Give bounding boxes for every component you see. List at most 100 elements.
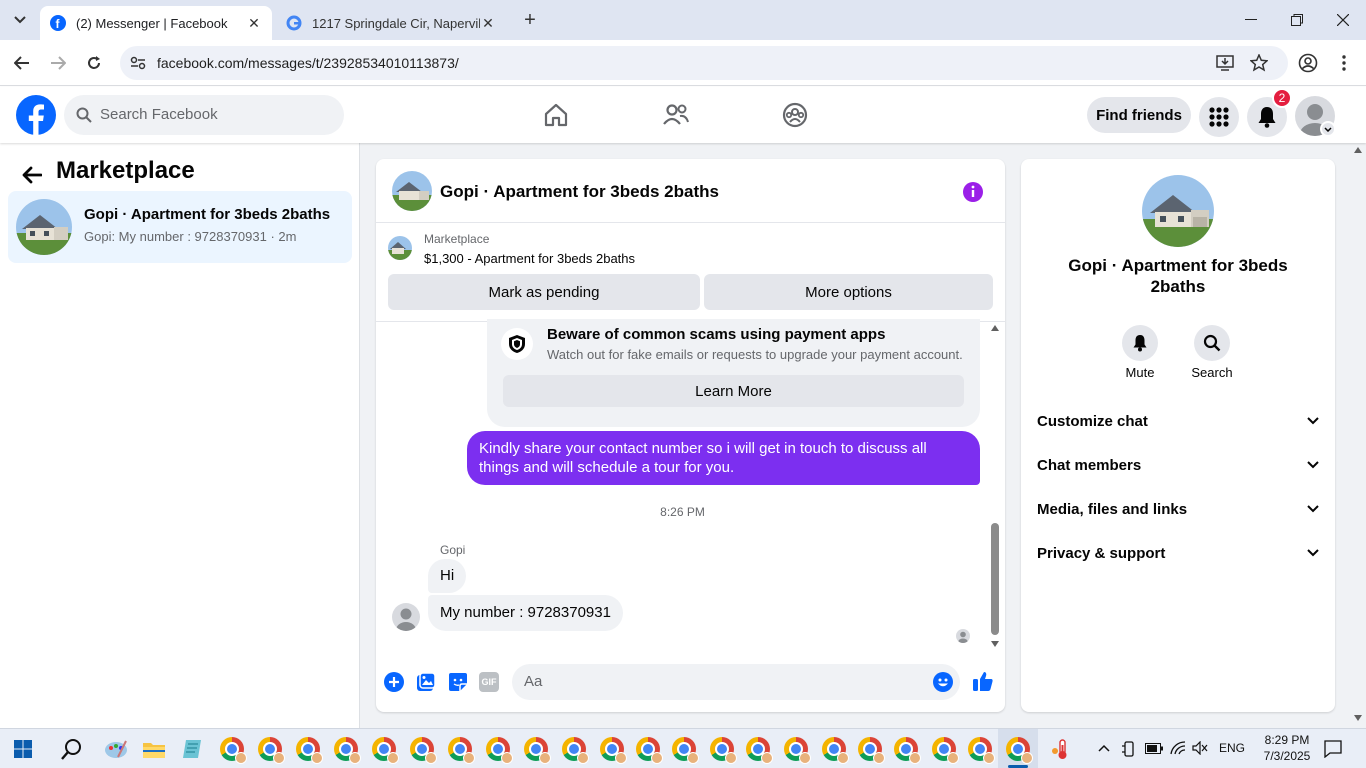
thumbs-up-icon[interactable]: [972, 670, 994, 692]
notification-center-icon[interactable]: [1324, 740, 1342, 758]
media-files-links-section[interactable]: Media, files and links: [1037, 497, 1319, 521]
chrome-window-icon[interactable]: [372, 737, 399, 764]
chrome-window-icon[interactable]: [858, 737, 885, 764]
scroll-up-icon[interactable]: [991, 325, 999, 331]
address-bar[interactable]: facebook.com/messages/t/2392853401011387…: [120, 46, 1288, 80]
chrome-window-icon[interactable]: [600, 737, 627, 764]
gif-icon[interactable]: GIF: [479, 672, 499, 692]
chrome-window-icon[interactable]: [524, 737, 551, 764]
scam-warning-card: Beware of common scams using payment app…: [487, 319, 980, 427]
app-paint-icon[interactable]: [104, 737, 128, 761]
chrome-window-active-icon[interactable]: [1006, 737, 1033, 764]
emoji-icon[interactable]: [933, 672, 953, 692]
listing-label: Marketplace: [424, 232, 490, 246]
profile-icon[interactable]: [1296, 51, 1320, 75]
chat-avatar[interactable]: [392, 171, 432, 211]
battery-icon[interactable]: [1145, 743, 1163, 754]
back-arrow-icon[interactable]: [18, 161, 46, 189]
close-window-icon[interactable]: [1328, 8, 1358, 32]
chrome-window-icon[interactable]: [334, 737, 361, 764]
facebook-logo-icon[interactable]: [16, 95, 56, 135]
customize-chat-section[interactable]: Customize chat: [1037, 409, 1319, 433]
chat-members-section[interactable]: Chat members: [1037, 453, 1319, 477]
find-friends-button[interactable]: Find friends: [1087, 97, 1191, 133]
close-tab-icon[interactable]: ✕: [480, 15, 496, 31]
info-icon[interactable]: [962, 181, 984, 203]
conversation-item[interactable]: Gopi · Apartment for 3beds 2baths Gopi: …: [8, 191, 352, 263]
chrome-window-icon[interactable]: [486, 737, 513, 764]
chrome-window-icon[interactable]: [932, 737, 959, 764]
chrome-window-icon[interactable]: [220, 737, 247, 764]
chrome-window-icon[interactable]: [636, 737, 663, 764]
scrollbar-thumb[interactable]: [991, 523, 999, 635]
message-input[interactable]: Aa: [512, 664, 960, 700]
browser-menu-icon[interactable]: [1332, 51, 1356, 75]
tab-messenger[interactable]: f (2) Messenger | Facebook ✕: [40, 6, 272, 40]
sent-message-bubble[interactable]: Kindly share your contact number so i wi…: [467, 431, 980, 485]
back-icon[interactable]: [10, 51, 34, 75]
install-app-icon[interactable]: [1216, 54, 1234, 72]
search-conversation-icon[interactable]: [1194, 325, 1230, 361]
new-tab-icon[interactable]: +: [518, 10, 542, 30]
account-chevron-icon[interactable]: [1320, 121, 1336, 137]
scroll-down-icon[interactable]: [991, 641, 999, 647]
learn-more-button[interactable]: Learn More: [503, 375, 964, 407]
wifi-icon[interactable]: [1170, 741, 1186, 755]
info-avatar[interactable]: [1142, 175, 1214, 247]
clock[interactable]: 8:29 PM 7/3/2025: [1256, 732, 1318, 764]
photo-icon[interactable]: [416, 672, 436, 692]
facebook-search-input[interactable]: Search Facebook: [64, 95, 344, 135]
chrome-window-icon[interactable]: [448, 737, 475, 764]
chrome-window-icon[interactable]: [410, 737, 437, 764]
chrome-window-icon[interactable]: [822, 737, 849, 764]
home-icon[interactable]: [540, 99, 572, 131]
minimize-icon[interactable]: [1236, 8, 1266, 32]
close-tab-icon[interactable]: ✕: [246, 15, 262, 31]
chat-window: Gopi · Apartment for 3beds 2baths Market…: [376, 159, 1005, 712]
privacy-support-section[interactable]: Privacy & support: [1037, 541, 1319, 565]
reload-icon[interactable]: [82, 51, 106, 75]
chrome-window-icon[interactable]: [258, 737, 285, 764]
groups-icon[interactable]: [779, 99, 811, 131]
thread-scrollbar[interactable]: [990, 325, 1000, 649]
bookmark-star-icon[interactable]: [1250, 54, 1268, 72]
received-message-bubble[interactable]: Hi: [428, 559, 467, 593]
restore-icon[interactable]: [1282, 8, 1312, 32]
tab-search-icon[interactable]: [8, 8, 32, 32]
weather-thermometer-icon[interactable]: [1050, 737, 1074, 761]
plus-circle-icon[interactable]: [384, 672, 404, 692]
chrome-window-icon[interactable]: [710, 737, 737, 764]
page-scroll-down-icon[interactable]: [1354, 715, 1362, 721]
chrome-window-icon[interactable]: [672, 737, 699, 764]
section-label: Chat members: [1037, 456, 1142, 474]
windows-start-icon[interactable]: [14, 740, 32, 758]
mute-bell-icon[interactable]: [1122, 325, 1158, 361]
chrome-window-icon[interactable]: [296, 737, 323, 764]
menu-grid-icon[interactable]: [1199, 97, 1239, 137]
chrome-window-icon[interactable]: [746, 737, 773, 764]
site-settings-icon[interactable]: [130, 55, 146, 71]
composer-bar: GIF Aa: [376, 659, 1005, 712]
volume-muted-icon[interactable]: [1192, 741, 1208, 755]
tab-google[interactable]: 1217 Springdale Cir, Naperville ✕: [276, 6, 506, 40]
tray-chevron-up-icon[interactable]: [1098, 744, 1110, 752]
tray-device-icon[interactable]: [1122, 741, 1136, 757]
chrome-window-icon[interactable]: [784, 737, 811, 764]
language-indicator[interactable]: ENG: [1219, 741, 1245, 755]
listing-title[interactable]: $1,300 - Apartment for 3beds 2baths: [424, 251, 635, 266]
chrome-window-icon[interactable]: [894, 737, 921, 764]
notepad-app-icon[interactable]: [180, 737, 204, 761]
chat-title[interactable]: Gopi · Apartment for 3beds 2baths: [440, 182, 719, 202]
mark-as-pending-button[interactable]: Mark as pending: [388, 274, 700, 310]
chrome-window-icon[interactable]: [968, 737, 995, 764]
taskbar-search-icon[interactable]: [60, 737, 84, 761]
received-message-bubble[interactable]: My number : 9728370931: [428, 595, 623, 631]
friends-icon[interactable]: [660, 99, 692, 131]
page-scroll-up-icon[interactable]: [1354, 147, 1362, 153]
file-explorer-icon[interactable]: [142, 737, 166, 761]
main-area: Marketplace Gopi · Apartment for 3beds 2…: [0, 143, 1366, 728]
chrome-window-icon[interactable]: [562, 737, 589, 764]
forward-icon[interactable]: [46, 51, 70, 75]
more-options-button[interactable]: More options: [704, 274, 993, 310]
sticker-icon[interactable]: [448, 672, 468, 692]
